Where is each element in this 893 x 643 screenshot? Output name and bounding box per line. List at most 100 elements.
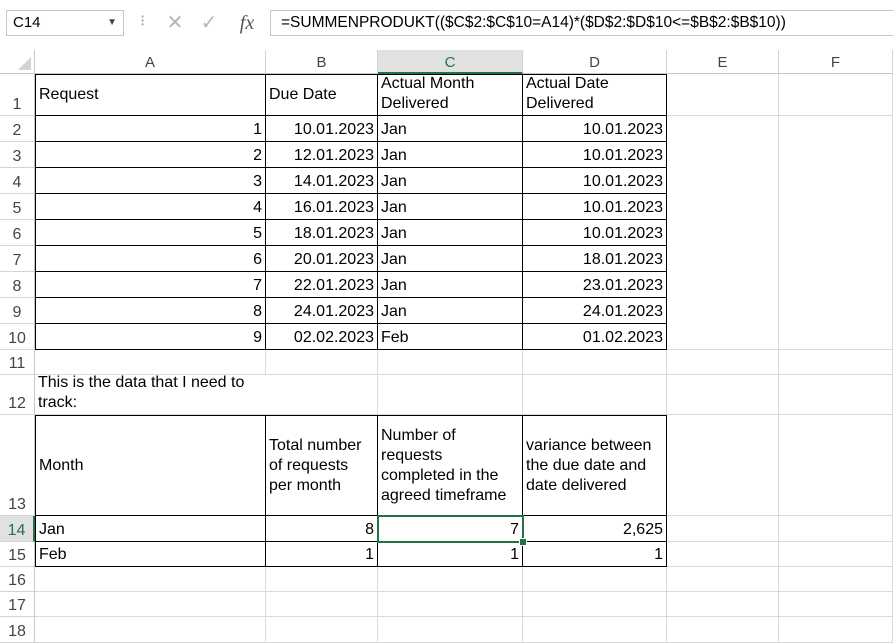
table-row-3-due[interactable]: 14.01.2023 [266, 168, 378, 194]
chevron-down-icon[interactable]: ▼ [107, 11, 117, 35]
table-row-3-date[interactable]: 10.01.2023 [523, 168, 667, 194]
cell-b13[interactable]: Total number of requests per month [266, 415, 378, 516]
cell-c12[interactable] [378, 375, 523, 415]
table-row-7-due[interactable]: 22.01.2023 [266, 272, 378, 298]
table-row-6-date[interactable]: 18.01.2023 [523, 246, 667, 272]
cell-d11[interactable] [523, 350, 667, 375]
cell-d17[interactable] [523, 592, 667, 617]
table-row-1-request[interactable]: 1 [35, 116, 266, 142]
column-header-d[interactable]: D [523, 50, 667, 74]
summary-row-1-month[interactable]: Jan [35, 516, 266, 542]
table-row-7-month[interactable]: Jan [378, 272, 523, 298]
cell-b12[interactable] [266, 375, 378, 415]
table-row-5-request[interactable]: 5 [35, 220, 266, 246]
cell-e15[interactable] [667, 542, 779, 567]
select-all-button[interactable] [0, 50, 35, 74]
table-row-9-due[interactable]: 02.02.2023 [266, 324, 378, 350]
cell-e2-e10[interactable] [667, 116, 779, 350]
row-header-17[interactable]: 17 [0, 592, 35, 617]
table-row-6-month[interactable]: Jan [378, 246, 523, 272]
table-row-2-request[interactable]: 2 [35, 142, 266, 168]
table-row-1-due[interactable]: 10.01.2023 [266, 116, 378, 142]
insert-function-icon[interactable]: fx [234, 10, 260, 36]
cell-f16[interactable] [779, 567, 893, 592]
row-header-18[interactable]: 18 [0, 617, 35, 643]
table-row-2-month[interactable]: Jan [378, 142, 523, 168]
cancel-icon[interactable]: ✕ [162, 10, 188, 36]
row-header-2[interactable]: 2 [0, 116, 35, 142]
name-box[interactable]: C14 ▼ [6, 10, 124, 36]
row-header-3[interactable]: 3 [0, 142, 35, 168]
row-header-15[interactable]: 15 [0, 542, 35, 567]
summary-row-2-variance[interactable]: 1 [523, 542, 667, 567]
cell-f12[interactable] [779, 375, 893, 415]
cell-a1[interactable]: Request [35, 74, 266, 116]
cell-d13[interactable]: variance between the due date and date d… [523, 415, 667, 516]
cell-d18[interactable] [523, 617, 667, 643]
cell-c1[interactable]: Actual Month Delivered [378, 74, 523, 116]
table-row-6-request[interactable]: 6 [35, 246, 266, 272]
cell-e14[interactable] [667, 516, 779, 542]
row-header-4[interactable]: 4 [0, 168, 35, 194]
table-row-8-request[interactable]: 8 [35, 298, 266, 324]
table-row-7-request[interactable]: 7 [35, 272, 266, 298]
cell-b17[interactable] [266, 592, 378, 617]
table-row-5-due[interactable]: 18.01.2023 [266, 220, 378, 246]
table-row-8-date[interactable]: 24.01.2023 [523, 298, 667, 324]
cell-d1[interactable]: Actual Date Delivered [523, 74, 667, 116]
table-row-9-month[interactable]: Feb [378, 324, 523, 350]
summary-row-1-variance[interactable]: 2,625 [523, 516, 667, 542]
cell-e13[interactable] [667, 415, 779, 516]
table-row-2-due[interactable]: 12.01.2023 [266, 142, 378, 168]
table-row-4-request[interactable]: 4 [35, 194, 266, 220]
cell-a13[interactable]: Month [35, 415, 266, 516]
cell-f11[interactable] [779, 350, 893, 375]
fill-handle[interactable] [519, 538, 527, 546]
cell-e18[interactable] [667, 617, 779, 643]
table-row-3-request[interactable]: 3 [35, 168, 266, 194]
cell-c18[interactable] [378, 617, 523, 643]
column-header-c[interactable]: C [378, 50, 523, 74]
cell-e11[interactable] [667, 350, 779, 375]
summary-row-1-completed[interactable]: 7 [378, 516, 523, 542]
table-row-7-date[interactable]: 23.01.2023 [523, 272, 667, 298]
table-row-9-request[interactable]: 9 [35, 324, 266, 350]
cell-f1[interactable] [779, 74, 893, 116]
table-row-4-due[interactable]: 16.01.2023 [266, 194, 378, 220]
cell-a17[interactable] [35, 592, 266, 617]
cell-a16[interactable] [35, 567, 266, 592]
summary-row-2-completed[interactable]: 1 [378, 542, 523, 567]
table-row-5-date[interactable]: 10.01.2023 [523, 220, 667, 246]
table-row-1-date[interactable]: 10.01.2023 [523, 116, 667, 142]
cell-e1[interactable] [667, 74, 779, 116]
row-header-10[interactable]: 10 [0, 324, 35, 350]
cell-e12[interactable] [667, 375, 779, 415]
cell-a18[interactable] [35, 617, 266, 643]
table-row-2-date[interactable]: 10.01.2023 [523, 142, 667, 168]
summary-row-2-month[interactable]: Feb [35, 542, 266, 567]
cell-f15[interactable] [779, 542, 893, 567]
row-header-8[interactable]: 8 [0, 272, 35, 298]
summary-row-2-total[interactable]: 1 [266, 542, 378, 567]
row-header-9[interactable]: 9 [0, 298, 35, 324]
row-header-1[interactable]: 1 [0, 74, 35, 116]
column-header-b[interactable]: B [266, 50, 378, 74]
row-header-16[interactable]: 16 [0, 567, 35, 592]
table-row-8-due[interactable]: 24.01.2023 [266, 298, 378, 324]
enter-icon[interactable]: ✓ [196, 10, 222, 36]
row-header-13[interactable]: 13 [0, 415, 35, 516]
table-row-6-due[interactable]: 20.01.2023 [266, 246, 378, 272]
cell-c16[interactable] [378, 567, 523, 592]
cell-a12[interactable]: This is the data that I need to track: [35, 374, 266, 415]
cell-d16[interactable] [523, 567, 667, 592]
cell-b1[interactable]: Due Date [266, 74, 378, 116]
row-header-14[interactable]: 14 [0, 516, 35, 542]
row-header-12[interactable]: 12 [0, 375, 35, 415]
drag-handle-icon[interactable]: ⁝ [140, 12, 145, 32]
cell-b18[interactable] [266, 617, 378, 643]
row-header-6[interactable]: 6 [0, 220, 35, 246]
cell-c17[interactable] [378, 592, 523, 617]
row-header-11[interactable]: 11 [0, 350, 35, 375]
summary-row-1-total[interactable]: 8 [266, 516, 378, 542]
cell-a11[interactable] [35, 350, 266, 375]
